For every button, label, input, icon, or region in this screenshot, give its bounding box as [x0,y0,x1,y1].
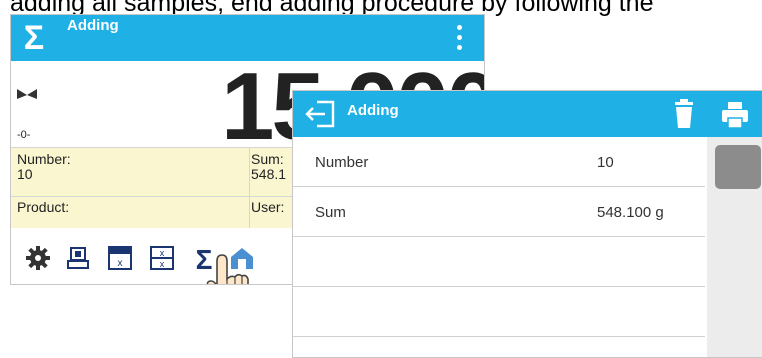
scrollbar[interactable] [707,137,762,357]
row-label: Number [315,154,369,171]
row-value: 10 [597,154,614,171]
number-value: 10 [17,166,33,182]
result-row [293,237,705,287]
printer-icon[interactable] [721,101,749,129]
user-label: User: [251,199,285,215]
svg-text:x: x [118,258,123,269]
sum-value: 548.1 [251,166,287,182]
adding-header-title: Adding [347,102,399,119]
info-panel: Number: 10 Sum: 548.1 Product: User: [11,147,301,228]
zero-indicator: -0- [17,129,31,141]
panel-vdivider [249,148,250,228]
sigma-icon[interactable]: Σ [19,19,49,57]
result-row [293,287,705,337]
number-label: Number: [17,151,71,167]
gear-icon[interactable] [25,245,51,271]
result-row: Sum 548.100 g [293,187,705,237]
function-toolbar: x x x Σ [11,241,301,277]
kebab-menu-icon[interactable] [455,23,463,53]
svg-text:x: x [160,248,165,258]
tare-icon[interactable]: x [107,245,133,271]
sum-label: Sum: [251,151,284,167]
adding-window: Adding Number 10 Sum 548.100 g [292,90,762,358]
row-value: 548.100 g [597,204,664,221]
row-label: Sum [315,204,346,221]
exit-back-icon[interactable] [303,99,337,129]
stability-bowtie-icon [17,89,37,99]
adding-header-bar: Adding [293,91,762,137]
trash-icon[interactable] [673,99,695,129]
scale-header-title: Adding [67,17,119,34]
result-row: Number 10 [293,137,705,187]
scrollbar-thumb[interactable] [715,145,761,189]
product-label: Product: [17,199,70,215]
weigh-scale-icon[interactable] [65,245,91,271]
panel-divider [11,196,301,197]
pointing-hand-icon [206,254,249,284]
calc-icon[interactable]: x x [149,245,175,271]
svg-text:x: x [160,259,165,269]
